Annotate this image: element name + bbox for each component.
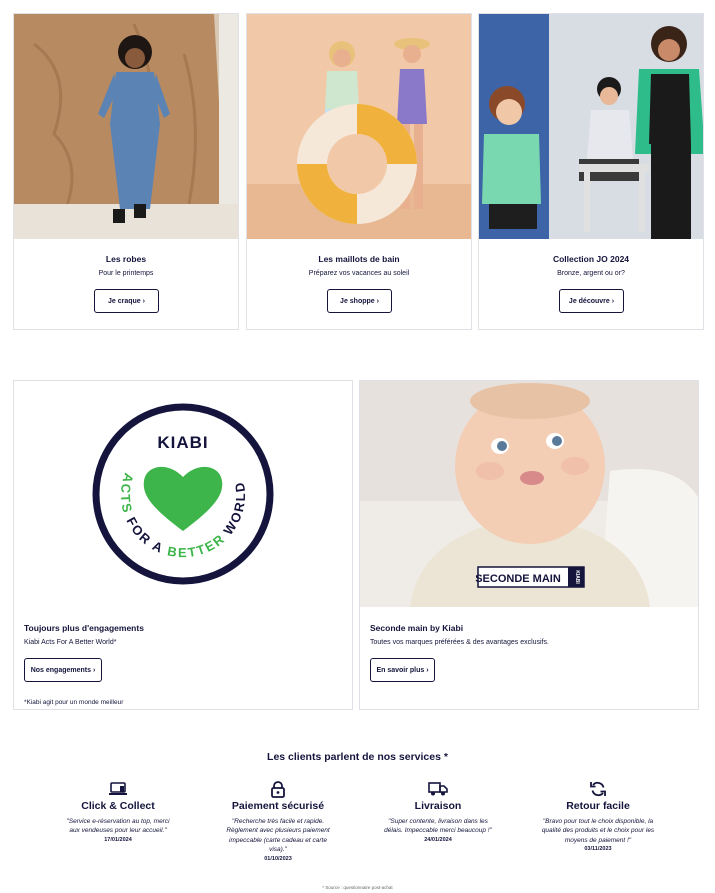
swimwear-photo (247, 14, 471, 239)
kiabi-better-world-logo: KIABI ACTS FOR A BETTER WORLD (92, 403, 274, 585)
service-delivery: Livraison "Super contente, livraison dan… (363, 780, 513, 843)
product-card-dresses[interactable]: Les robes Pour le printemps Je craque › (13, 13, 239, 330)
engagement-footnote: *Kiabi agit pour un monde meilleur (24, 699, 124, 706)
reviews-source-note: * Source : questionnaire post-achat (322, 885, 393, 890)
service-click-collect: Click & Collect "Service e-réservation a… (43, 780, 193, 843)
baby-photo: SECONDE MAIN KIABI (360, 381, 698, 607)
card-title: Les robes (105, 254, 147, 264)
service-date: 24/01/2024 (424, 836, 452, 843)
service-secure-payment: Paiement sécurisé "Recherche très facile… (203, 780, 353, 862)
engagement-card[interactable]: KIABI ACTS FOR A BETTER WORLD Toujours p… (13, 380, 353, 710)
card-title: Les maillots de bain (318, 254, 400, 264)
card-subtitle: Bronze, argent ou or? (557, 270, 625, 277)
je-craque-button[interactable]: Je craque › (94, 289, 159, 313)
service-quote: "Service e-réservation au top, merci aux… (66, 818, 170, 835)
jo-collection-photo (479, 14, 703, 239)
service-quote: "Bravo pour tout le choix disponible, la… (541, 818, 655, 844)
service-name: Click & Collect (81, 800, 155, 812)
seconde-main-badge-brand: KIABI (574, 570, 580, 584)
second-hand-title: Seconde main by Kiabi (370, 623, 464, 633)
card-title: Collection JO 2024 (552, 254, 630, 264)
card-subtitle: Préparez vos vacances au soleil (308, 270, 410, 277)
card-subtitle: Pour le printemps (98, 270, 154, 277)
seconde-main-badge: SECONDE MAIN (475, 573, 561, 585)
product-card-swimwear[interactable]: Les maillots de bain Préparez vos vacanc… (246, 13, 472, 330)
service-date: 03/11/2023 (584, 846, 612, 853)
service-date: 17/01/2024 (104, 836, 132, 843)
service-quote: "Recherche très facile et rapide. Règlem… (226, 818, 330, 854)
nos-engagements-button[interactable]: Nos engagements › (24, 658, 102, 682)
lock-icon (203, 780, 353, 798)
je-shoppe-button[interactable]: Je shoppe › (327, 289, 392, 313)
service-date: 01/10/2023 (264, 855, 292, 862)
product-card-jo-collection[interactable]: Collection JO 2024 Bronze, argent ou or?… (478, 13, 704, 330)
logo-brand-text: KIABI (157, 433, 208, 452)
reviews-title: Les clients parlent de nos services * (267, 751, 448, 763)
en-savoir-plus-button[interactable]: En savoir plus › (370, 658, 435, 682)
engagement-subtitle: Kiabi Acts For A Better World* (24, 639, 117, 646)
service-name: Livraison (414, 800, 462, 812)
service-quote: "Super contente, livraison dans les déla… (384, 818, 492, 835)
second-hand-card[interactable]: SECONDE MAIN KIABI Seconde main by Kiabi… (359, 380, 699, 710)
service-name: Retour facile (566, 800, 630, 812)
engagement-title: Toujours plus d'engagements (24, 623, 144, 633)
laptop-icon (43, 780, 193, 798)
truck-icon (363, 780, 513, 798)
refresh-icon (523, 780, 673, 798)
service-easy-return: Retour facile "Bravo pour tout le choix … (523, 780, 673, 852)
je-decouvre-button[interactable]: Je découvre › (559, 289, 624, 313)
second-hand-subtitle: Toutes vos marques préférées & des avant… (370, 639, 549, 646)
dresses-photo (14, 14, 238, 239)
service-name: Paiement sécurisé (231, 800, 325, 812)
